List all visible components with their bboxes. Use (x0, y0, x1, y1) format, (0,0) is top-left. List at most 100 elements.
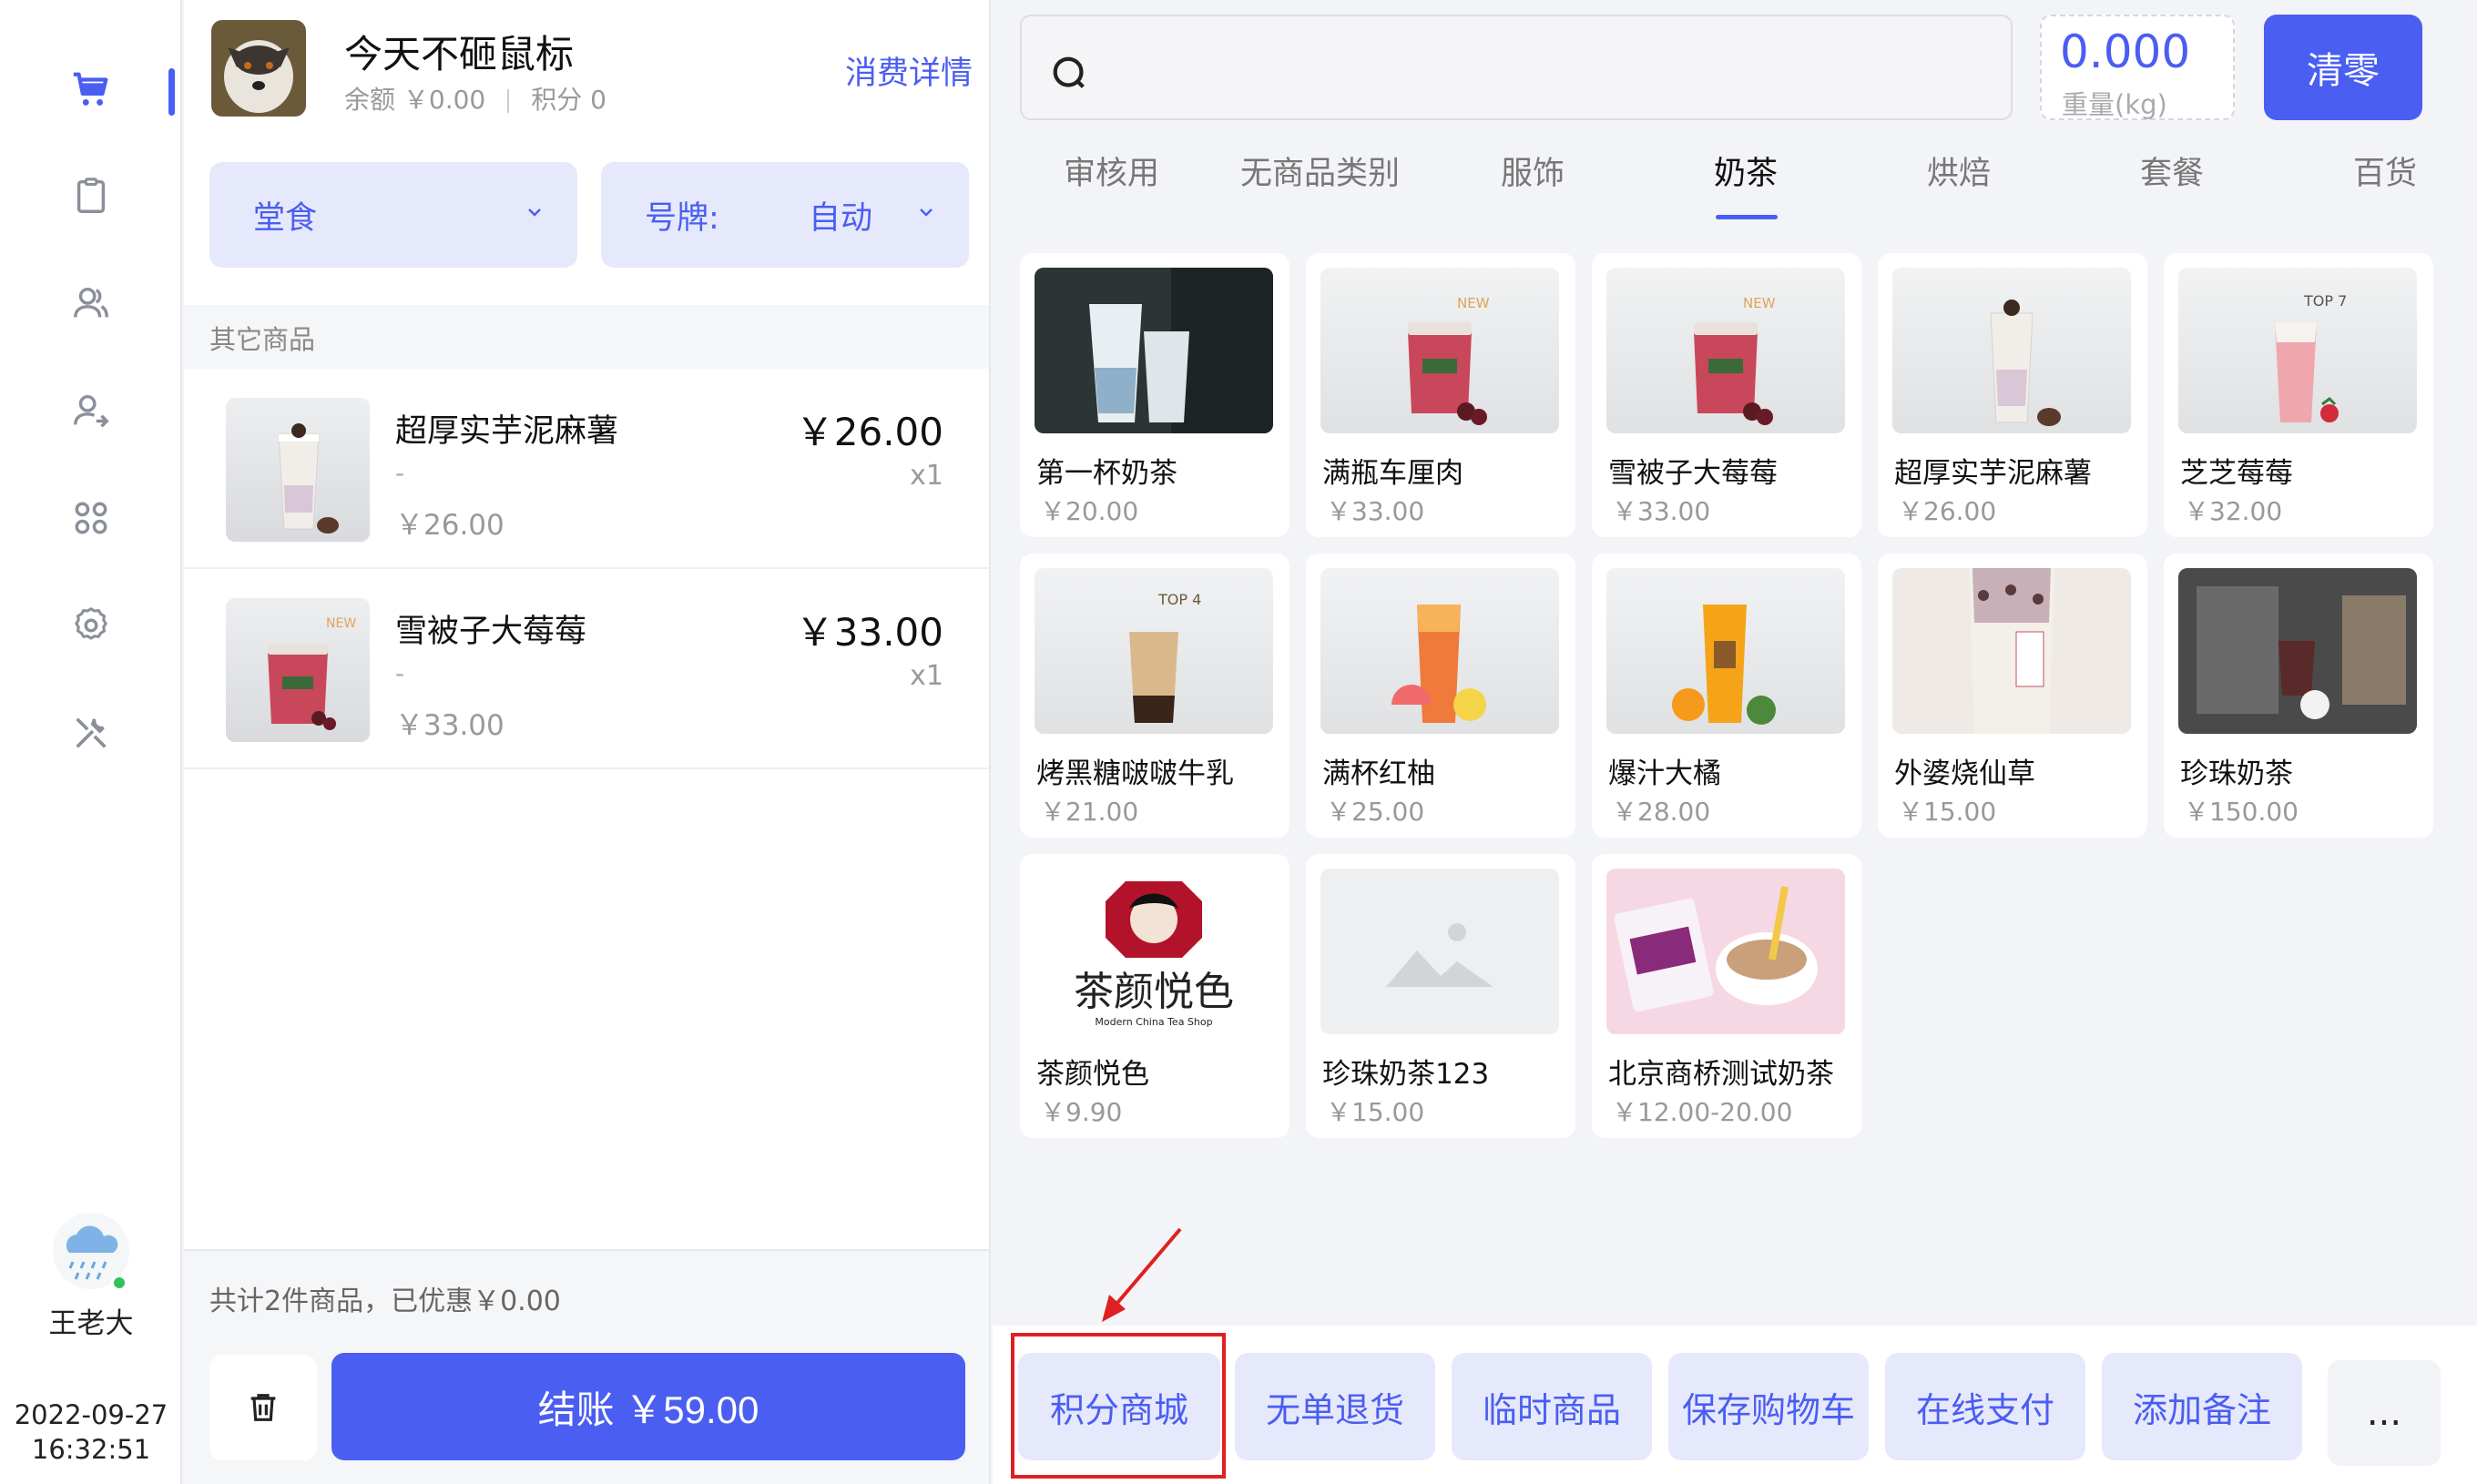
product-card[interactable]: TOP 7 芝芝莓莓 ￥32.00 (2164, 253, 2433, 537)
trash-icon (250, 1394, 276, 1421)
product-image (1892, 568, 2131, 734)
gear-icon (75, 607, 107, 640)
dining-mode-select[interactable]: 堂食 (209, 162, 577, 268)
tools-icon (76, 717, 107, 748)
product-search-input[interactable] (1020, 15, 2013, 120)
brand-logo-image: 茶颜悦色 Modern China Tea Shop (1074, 881, 1234, 1028)
new-badge: NEW (326, 616, 356, 631)
cart-item-spec: - (395, 458, 405, 488)
nav-cart[interactable] (0, 36, 182, 144)
grass-jelly-drink-image (1892, 568, 2131, 734)
top7-badge: TOP 7 (2303, 292, 2347, 310)
clock-date: 2022-09-27 (14, 1399, 168, 1430)
product-price: ￥28.00 (1612, 797, 1711, 827)
product-card[interactable]: 珍珠奶茶 ￥150.00 (2164, 554, 2433, 838)
cherry-jar-image: NEW (1408, 295, 1490, 425)
nav-active-indicator (168, 68, 175, 116)
nav-add-member[interactable] (0, 357, 182, 464)
tab-milk-tea[interactable]: 奶茶 (1714, 147, 1778, 194)
scale-weight-label: 重量(kg) (2062, 89, 2167, 120)
strawberry-drink-image: TOP 7 (2275, 292, 2347, 422)
product-image (2178, 568, 2417, 734)
product-image (1035, 268, 1273, 433)
product-image (1892, 268, 2131, 433)
product-image: TOP 7 (2178, 268, 2417, 433)
cart-item[interactable]: NEW 雪被子大莓莓 - ￥33.00 ￥33.00 x1 (184, 569, 989, 769)
nav-orders[interactable] (0, 142, 182, 249)
product-price: ￥26.00 (1898, 496, 1997, 526)
milk-tea-packet-image (1606, 869, 1845, 1034)
taro-drink-image (1990, 300, 2061, 426)
checkout-button[interactable]: 结账 ￥59.00 (331, 1353, 965, 1460)
left-nav: 王老大 2022-09-27 16:32:51 (0, 0, 182, 1484)
online-payment-button[interactable]: 在线支付 (1885, 1353, 2085, 1460)
nav-apps[interactable] (0, 464, 182, 572)
product-name: 珍珠奶茶123 (1322, 1058, 1490, 1091)
grapefruit-drink-image (1391, 605, 1486, 723)
scale-zero-button[interactable]: 清零 (2264, 15, 2422, 120)
product-name: 珍珠奶茶 (2180, 757, 2293, 790)
product-card[interactable]: NEW 雪被子大莓莓 ￥33.00 (1592, 253, 1861, 537)
tab-combo[interactable]: 套餐 (2140, 147, 2204, 194)
product-image: NEW (1606, 268, 1845, 433)
annotation-highlight-box (1011, 1333, 1226, 1479)
clock-time: 16:32:51 (31, 1434, 151, 1465)
member-name: 今天不砸鼠标 (344, 32, 575, 76)
product-card[interactable]: 超厚实芋泥麻薯 ￥26.00 (1878, 253, 2147, 537)
tab-general[interactable]: 百货 (2353, 147, 2417, 194)
nav-members[interactable] (0, 249, 182, 357)
orange-drink-image (1672, 605, 1776, 725)
active-tab-indicator (1716, 215, 1778, 219)
table-tag-select[interactable]: 号牌: 自动 (601, 162, 969, 268)
product-name: 芝芝莓莓 (2180, 457, 2293, 490)
more-actions-button[interactable]: ... (2328, 1360, 2441, 1466)
cart-item-image (226, 398, 370, 542)
cart-item-price: ￥26.00 (795, 410, 943, 454)
save-cart-button[interactable]: 保存购物车 (1668, 1353, 1869, 1460)
cart-item[interactable]: 超厚实芋泥麻薯 - ￥26.00 ￥26.00 x1 (184, 369, 989, 569)
cart-item-image: NEW (226, 598, 370, 742)
product-card[interactable]: TOP 4 烤黑糖啵啵牛乳 ￥21.00 (1020, 554, 1289, 838)
product-price: ￥21.00 (1040, 797, 1139, 827)
tab-no-category[interactable]: 无商品类别 (1240, 147, 1400, 194)
product-name: 满瓶车厘肉 (1322, 457, 1463, 490)
product-card[interactable]: 外婆烧仙草 ￥15.00 (1878, 554, 2147, 838)
clear-cart-button[interactable] (209, 1355, 317, 1460)
user-avatar (51, 1211, 131, 1291)
cart-panel: 今天不砸鼠标 余额 ￥0.00 积分 0 消费详情 堂食 号牌: 自动 其它商品 … (184, 0, 991, 1484)
product-name: 雪被子大莓莓 (1608, 457, 1778, 490)
apps-icon (75, 502, 107, 534)
member-avatar[interactable] (211, 20, 306, 117)
product-price: ￥15.00 (1326, 1097, 1425, 1127)
nav-settings[interactable] (0, 572, 182, 679)
cart-item-name: 雪被子大莓莓 (395, 614, 587, 650)
product-card[interactable]: 第一杯奶茶 ￥20.00 (1020, 253, 1289, 537)
product-card[interactable]: 茶颜悦色 Modern China Tea Shop 茶颜悦色 ￥9.90 (1020, 854, 1289, 1138)
nav-tools[interactable] (0, 679, 182, 787)
table-tag-value: 自动 (809, 199, 873, 237)
temporary-product-button[interactable]: 临时商品 (1452, 1353, 1652, 1460)
member-stats: 余额 ￥0.00 积分 0 (344, 80, 607, 117)
product-price: ￥32.00 (2184, 496, 2283, 526)
clipboard-icon (76, 178, 106, 213)
search-icon (1053, 56, 1085, 88)
product-name: 烤黑糖啵啵牛乳 (1036, 757, 1234, 790)
product-card[interactable]: 满杯红柚 ￥25.00 (1306, 554, 1575, 838)
current-user[interactable]: 王老大 (0, 1211, 182, 1341)
berry-jar-image: NEW (1694, 295, 1776, 425)
new-badge: NEW (1743, 295, 1776, 311)
no-receipt-return-button[interactable]: 无单退货 (1235, 1353, 1435, 1460)
tab-review[interactable]: 审核用 (1064, 147, 1159, 194)
add-note-button[interactable]: 添加备注 (2102, 1353, 2302, 1460)
product-price: ￥15.00 (1898, 797, 1997, 827)
product-card[interactable]: 珍珠奶茶123 ￥15.00 (1306, 854, 1575, 1138)
tab-bakery[interactable]: 烘焙 (1927, 147, 1991, 194)
consumption-detail-link[interactable]: 消费详情 (845, 47, 973, 94)
product-image (1320, 869, 1559, 1034)
product-card[interactable]: 北京商桥测试奶茶 ￥12.00-20.00 (1592, 854, 1861, 1138)
tab-clothing[interactable]: 服饰 (1501, 147, 1565, 194)
product-card[interactable]: 爆汁大橘 ￥28.00 (1592, 554, 1861, 838)
product-card[interactable]: NEW 满瓶车厘肉 ￥33.00 (1306, 253, 1575, 537)
product-name: 北京商桥测试奶茶 (1608, 1058, 1834, 1091)
dining-mode-value: 堂食 (253, 199, 318, 237)
